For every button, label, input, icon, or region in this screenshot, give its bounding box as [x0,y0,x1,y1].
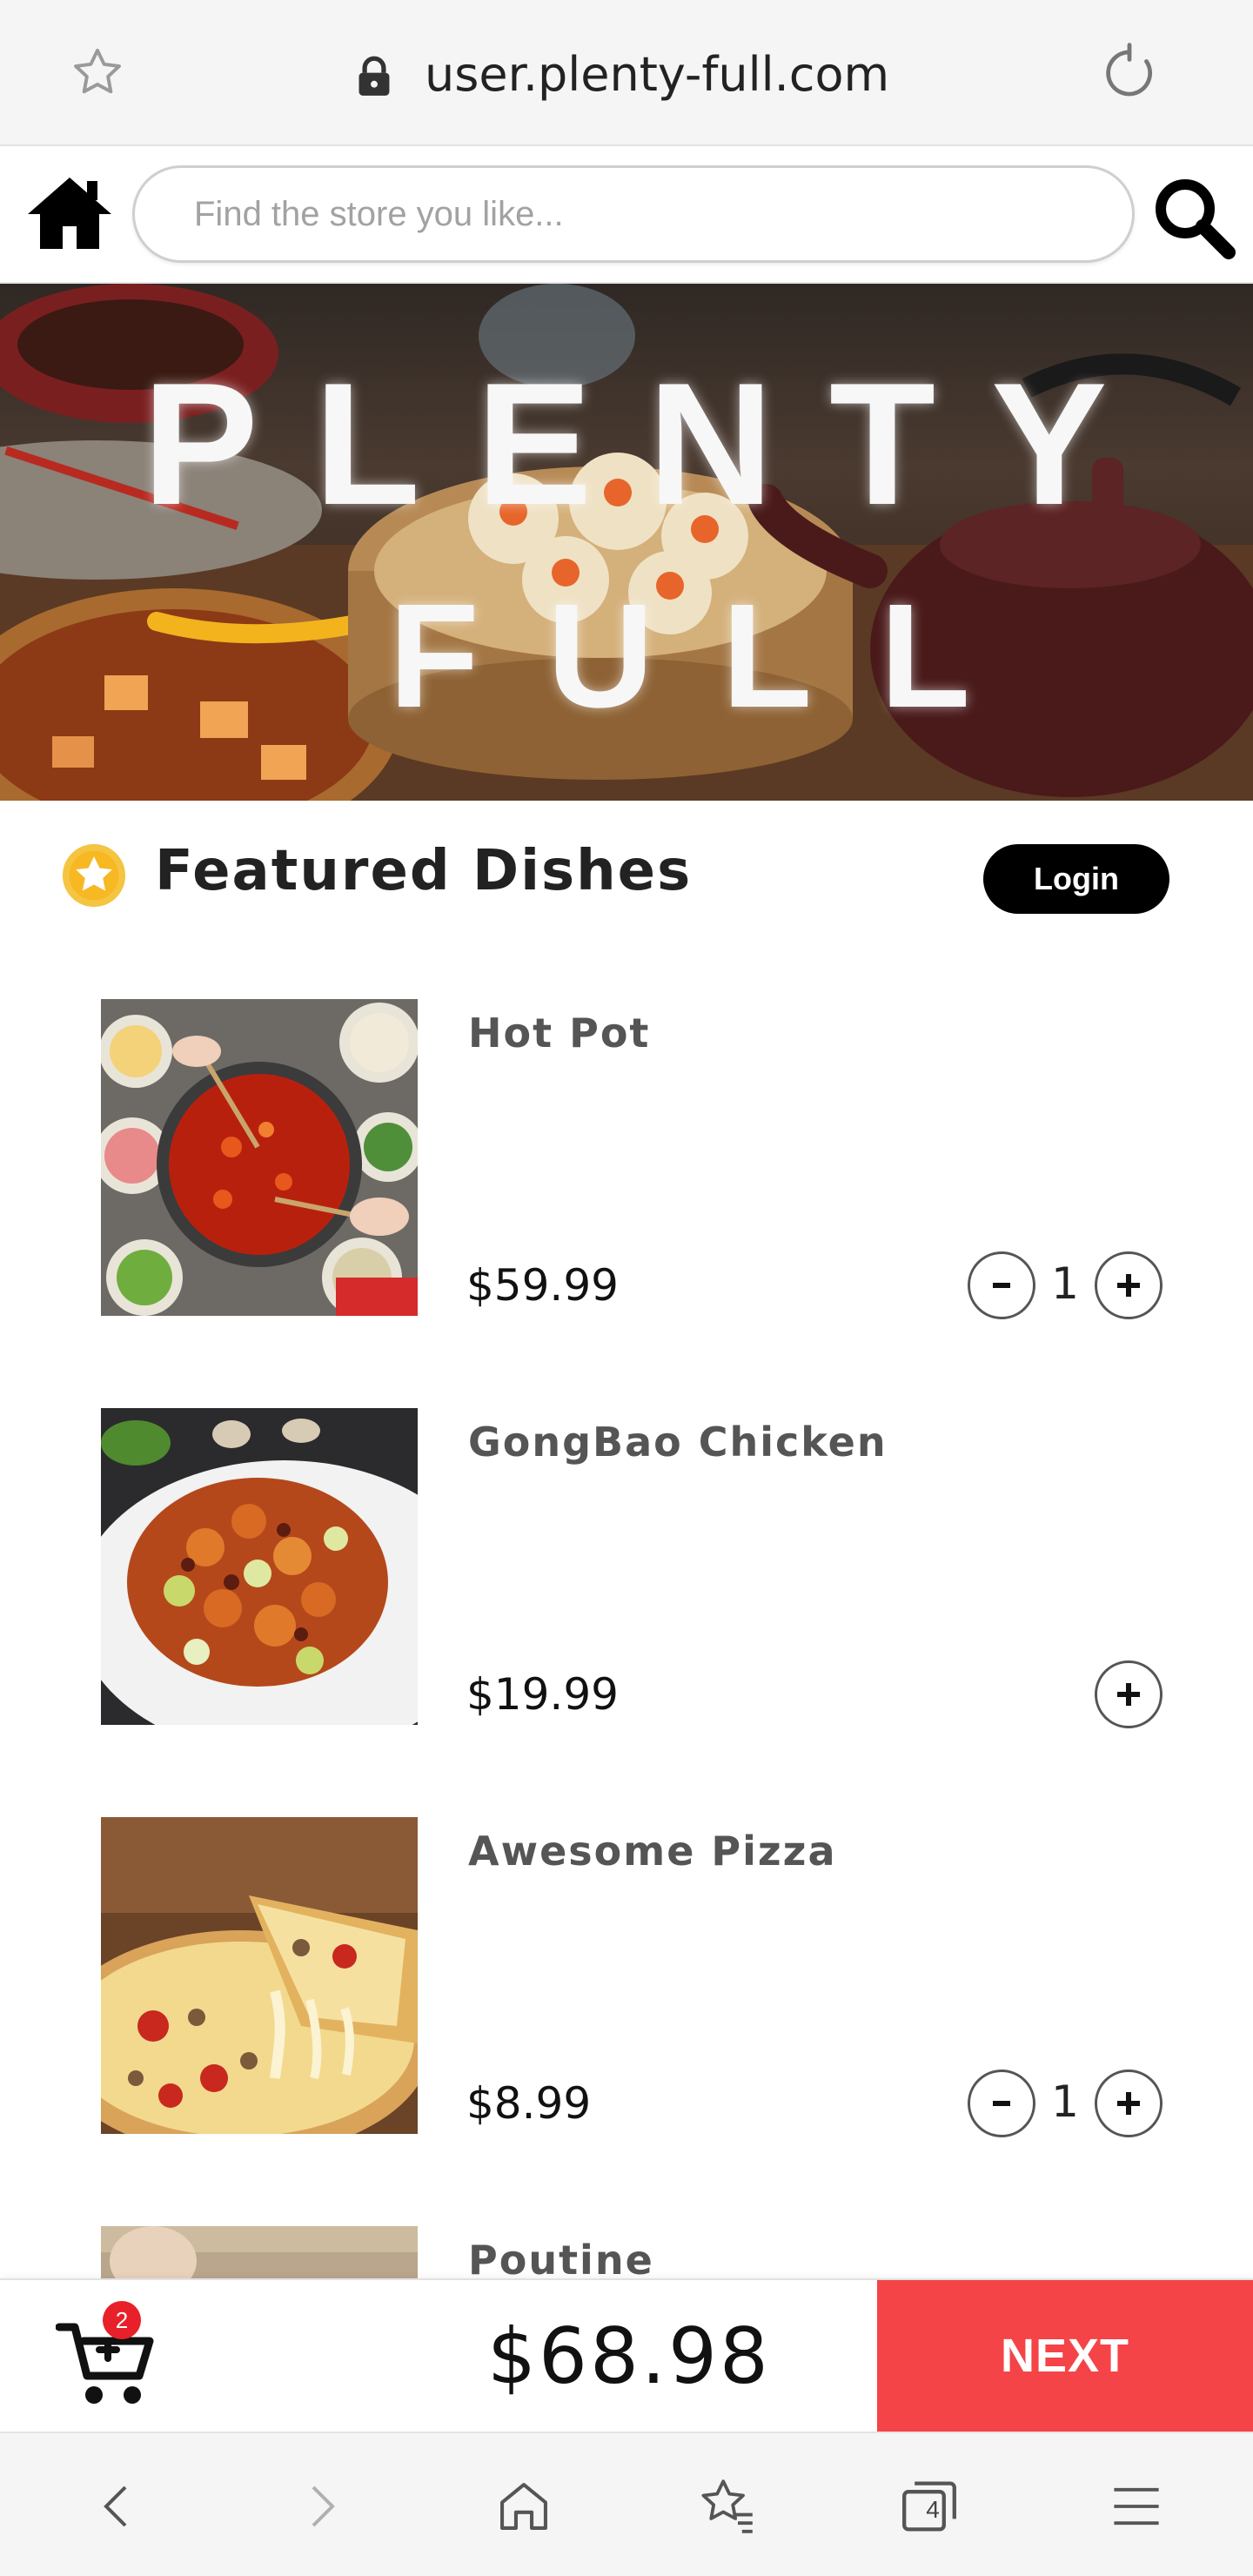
chevron-left-icon [104,2485,127,2527]
search-box [132,165,1135,263]
increase-quantity-button[interactable] [1095,1660,1163,1728]
plus-icon [1117,2092,1140,2115]
plus-icon [1117,1274,1140,1297]
tabs-count: 4 [926,2496,940,2523]
bookmarks-icon [701,2479,753,2533]
cart-count-badge: 2 [103,2301,141,2339]
increase-quantity-button[interactable] [1095,2070,1163,2137]
menu-icon [1114,2487,1159,2526]
dish-image[interactable] [101,2226,418,2278]
home-icon[interactable] [24,172,115,252]
quantity-value: 1 [1051,1258,1079,1309]
dish-item[interactable]: GongBao Chicken $19.99 [0,1349,1253,1758]
dish-image[interactable] [101,1408,418,1725]
login-button[interactable]: Login [983,844,1169,914]
dish-name: GongBao Chicken [468,1419,888,1466]
next-button[interactable]: NEXT [877,2280,1253,2432]
back-button[interactable] [82,2470,155,2543]
chevron-right-icon [312,2485,335,2527]
star-outline-icon[interactable] [68,44,127,103]
dish-name: Hot Pot [468,1010,651,1057]
tabs-button[interactable]: 4 [893,2470,966,2543]
plus-icon [1117,1683,1140,1706]
minus-icon [993,1283,1010,1288]
dish-name: Awesome Pizza [468,1828,837,1875]
dish-price: $19.99 [466,1669,619,1720]
decrease-quantity-button[interactable] [968,2070,1035,2137]
minus-icon [993,2101,1010,2106]
dish-price: $59.99 [466,1260,619,1311]
lock-icon [358,56,390,96]
browser-url-bar: user.plenty-full.com [0,0,1253,146]
home-button[interactable] [487,2470,560,2543]
site-header [0,148,1253,284]
forward-button[interactable] [284,2470,357,2543]
cart-bar: 2 $68.98 NEXT [0,2278,1253,2432]
banner-title-line1: PLENTY [142,347,1163,541]
dish-item[interactable]: Awesome Pizza $8.99 1 [0,1758,1253,2167]
increase-quantity-button[interactable] [1095,1251,1163,1319]
bookmarks-button[interactable] [691,2470,764,2543]
reload-icon[interactable] [1098,42,1161,104]
cart-total: $68.98 [487,2311,771,2401]
browser-bottom-nav: 4 [0,2432,1253,2576]
dish-image[interactable] [101,1817,418,2134]
featured-title: Featured Dishes [155,839,693,903]
home-outline-icon [500,2483,547,2530]
star-badge-icon [62,843,126,908]
decrease-quantity-button[interactable] [968,1251,1035,1319]
dish-item[interactable]: Poutine [0,2167,1253,2278]
url-text[interactable]: user.plenty-full.com [425,45,889,104]
dish-image[interactable] [101,999,418,1316]
dish-name: Poutine [468,2237,654,2278]
dish-price: $8.99 [466,2078,592,2129]
quantity-value: 1 [1051,2076,1079,2127]
menu-button[interactable] [1100,2470,1173,2543]
search-input[interactable] [135,168,1132,260]
featured-section-header: Featured Dishes Login [0,801,1253,940]
banner-title-line2: FULL [388,574,1039,739]
search-icon[interactable] [1150,174,1237,261]
hero-banner: PLENTY FULL [0,284,1253,801]
dish-item[interactable]: Hot Pot $59.99 1 [0,940,1253,1349]
dish-list: Hot Pot $59.99 1 GongBao Chicken $19.99 … [0,940,1253,2278]
